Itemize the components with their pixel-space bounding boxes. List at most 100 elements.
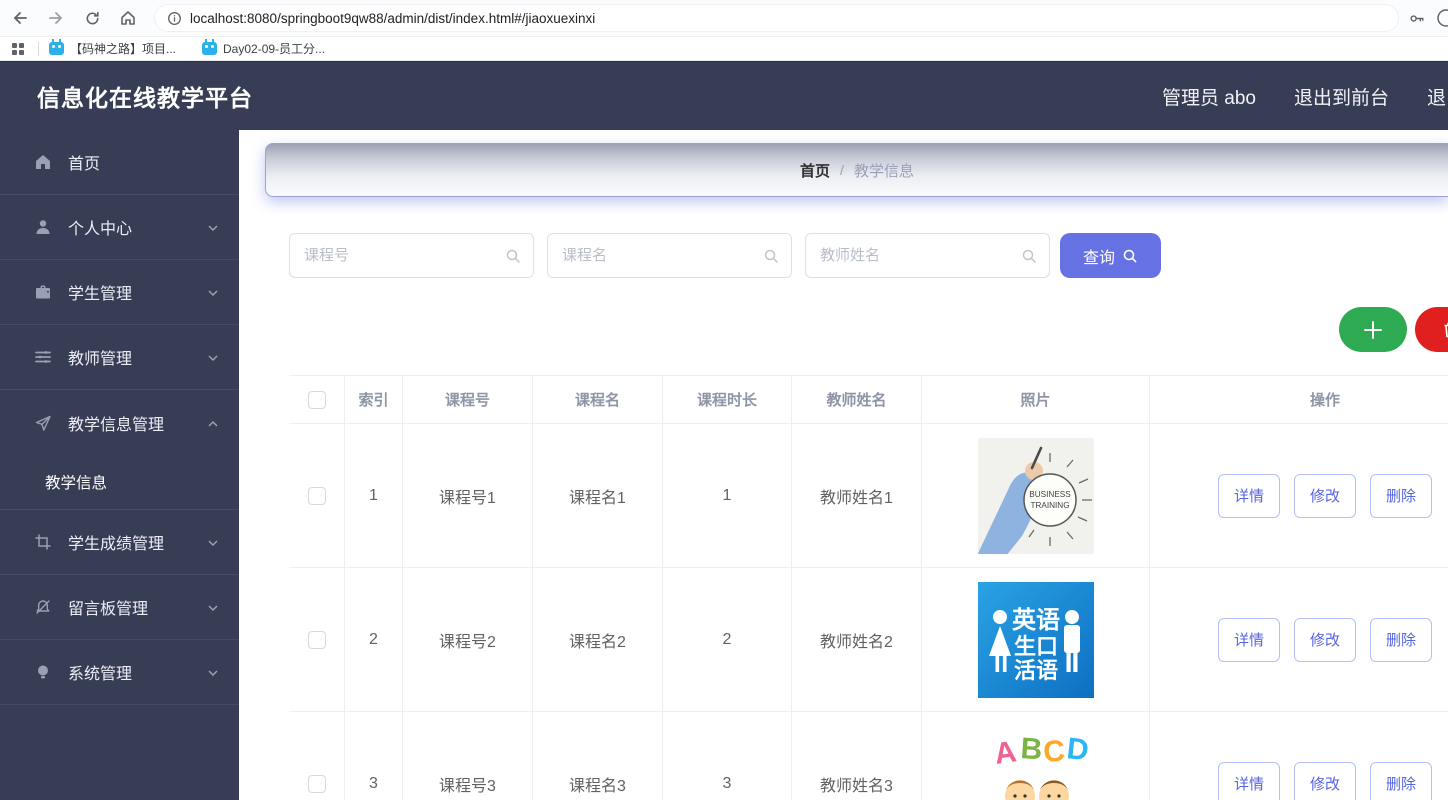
cell-course-no: 课程号1 [403,424,533,567]
app-header: 信息化在线教学平台 管理员 abo 退出到前台 退 [0,61,1448,130]
cell-teacher: 教师姓名1 [792,424,922,567]
sidebar-item-home[interactable]: 首页 [0,130,239,195]
delete-selected-button[interactable] [1415,307,1448,352]
search-icon [505,248,521,269]
apps-grid-icon[interactable] [8,39,28,59]
bookmark-item[interactable]: 【码神之路】项目... [49,40,176,57]
header-nav: 管理员 abo 退出到前台 退 [1162,83,1448,110]
bookmarks-bar: 【码神之路】项目... Day02-09-员工分... [0,37,1448,61]
svg-text:C: C [1042,734,1066,768]
detail-button[interactable]: 详情 [1218,762,1280,800]
cell-course-name: 课程名1 [533,424,663,567]
sidebar-item-teacher-management[interactable]: 教师管理 [0,325,239,390]
row-checkbox[interactable] [308,487,326,505]
sidebar-item-message-board-management[interactable]: 留言板管理 [0,575,239,640]
col-header-teacher: 教师姓名 [792,376,922,423]
search-field-course-no [289,233,534,278]
send-icon [34,414,52,432]
select-all-checkbox[interactable] [308,391,326,409]
sidebar-item-personal-center[interactable]: 个人中心 [0,195,239,260]
col-header-index: 索引 [345,376,403,423]
cell-course-name: 课程名2 [533,568,663,711]
edit-button[interactable]: 修改 [1294,474,1356,518]
detail-button[interactable]: 详情 [1218,474,1280,518]
forward-icon[interactable] [40,4,72,32]
address-bar[interactable]: localhost:8080/springboot9qw88/admin/dis… [154,4,1399,32]
table-row: 2 课程号2 课程名2 2 教师姓名2 [289,568,1448,712]
breadcrumb-separator: / [840,162,844,178]
sidebar-item-student-score-management[interactable]: 学生成绩管理 [0,510,239,575]
key-icon[interactable] [1407,9,1426,28]
col-header-course-no: 课程号 [403,376,533,423]
edit-button[interactable]: 修改 [1294,618,1356,662]
chevron-up-icon [207,417,219,429]
list-icon [34,348,52,366]
edit-button[interactable]: 修改 [1294,762,1356,800]
url-text[interactable]: localhost:8080/springboot9qw88/admin/dis… [190,11,595,26]
svg-text:活语: 活语 [1013,658,1057,683]
col-header-duration: 课程时长 [663,376,792,423]
nav-exit-to-front[interactable]: 退出到前台 [1294,83,1389,110]
cell-course-no: 课程号2 [403,568,533,711]
delete-button[interactable]: 删除 [1370,762,1432,800]
chevron-down-icon [207,351,219,363]
breadcrumb: 首页 / 教学信息 [265,143,1448,197]
detail-button[interactable]: 详情 [1218,618,1280,662]
cell-index: 3 [345,712,403,800]
search-icon [763,248,779,269]
bookmark-item[interactable]: Day02-09-员工分... [202,40,325,57]
info-icon[interactable] [167,11,182,26]
col-header-photo: 照片 [922,376,1150,423]
teacher-name-input[interactable] [806,234,1049,277]
svg-text:生口: 生口 [1013,634,1057,659]
delete-button[interactable]: 删除 [1370,474,1432,518]
crop-icon [34,533,52,551]
briefcase-icon [34,283,52,301]
cell-index: 1 [345,424,403,567]
sidebar: 首页 个人中心 学生管理 [0,130,239,800]
sidebar-item-system-management[interactable]: 系统管理 [0,640,239,705]
search-icon [1122,248,1138,264]
back-icon[interactable] [4,4,36,32]
svg-text:英语: 英语 [1012,607,1060,634]
svg-text:A: A [992,735,1018,771]
course-no-input[interactable] [290,234,533,277]
bilibili-icon [202,42,217,55]
course-photo-english-speaking: 英语 生口 活语 [978,582,1094,698]
course-name-input[interactable] [548,234,791,277]
query-button[interactable]: 查询 [1060,233,1161,278]
chevron-down-icon [207,601,219,613]
query-button-label: 查询 [1083,244,1115,268]
course-photo-abcd-kids: A B C D [978,726,1094,800]
svg-text:D: D [1065,732,1090,767]
col-header-course-name: 课程名 [533,376,663,423]
delete-button[interactable]: 删除 [1370,618,1432,662]
row-checkbox[interactable] [308,631,326,649]
app-title: 信息化在线教学平台 [37,79,253,113]
nav-logout[interactable]: 退 [1427,83,1446,110]
add-button[interactable] [1339,307,1407,352]
search-icon [1021,248,1037,269]
sidebar-subitem-teaching-info[interactable]: 教学信息 [0,455,239,510]
table-header-row: 索引 课程号 课程名 课程时长 教师姓名 照片 操作 [289,376,1448,424]
profile-icon[interactable] [1436,8,1448,28]
bilibili-icon [49,42,64,55]
nav-admin-user[interactable]: 管理员 abo [1162,83,1256,110]
sidebar-item-student-management[interactable]: 学生管理 [0,260,239,325]
breadcrumb-home[interactable]: 首页 [800,160,830,181]
search-row: 查询 [289,233,1161,278]
home-icon [34,153,52,171]
svg-text:B: B [1019,732,1043,766]
home-button-icon[interactable] [112,4,144,32]
svg-text:TRAINING: TRAINING [1030,501,1069,510]
col-header-actions: 操作 [1150,376,1448,423]
course-photo-business-training: BUSINESS TRAINING [978,438,1094,554]
cell-course-no: 课程号3 [403,712,533,800]
sidebar-item-teaching-info-management[interactable]: 教学信息管理 [0,390,239,455]
cell-duration: 3 [663,712,792,800]
plus-icon [1362,319,1384,341]
reload-icon[interactable] [76,4,108,32]
chevron-down-icon [207,221,219,233]
divider [38,42,39,56]
row-checkbox[interactable] [308,775,326,793]
